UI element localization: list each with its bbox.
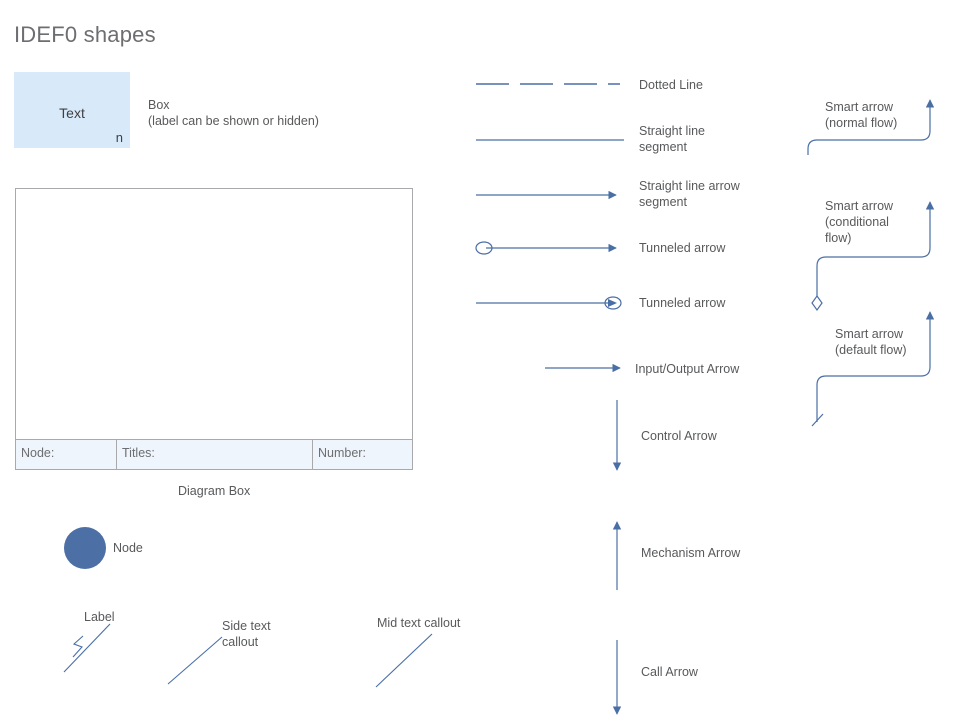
- connector-label-mechanism-arrow: Mechanism Arrow: [641, 546, 741, 560]
- idef0-box-shape[interactable]: Text n: [14, 72, 130, 148]
- connector-label-straight-line-segment: Straight line segment: [639, 124, 706, 154]
- node-label: Node: [113, 541, 143, 555]
- label-callout-text: Label: [84, 610, 115, 624]
- tunnel-circle-icon: [475, 241, 493, 255]
- connector-label-call-arrow: Call Arrow: [641, 665, 698, 679]
- diamond-tail-icon: [811, 294, 823, 312]
- diagram-box-node-cell[interactable]: Node:: [16, 440, 116, 469]
- smart-arrow-normal-label: Smart arrow (normal flow): [825, 100, 898, 130]
- mid-text-callout-line[interactable]: [375, 633, 433, 688]
- side-text-callout-line[interactable]: [167, 636, 223, 685]
- diagram-box-shape[interactable]: Node: Titles: Number:: [15, 188, 413, 470]
- diagram-box-titles-cell[interactable]: Titles:: [116, 440, 312, 469]
- side-text-callout-text: Side text callout: [222, 619, 271, 649]
- tunneled-arrow-start-shape[interactable]: [475, 241, 617, 255]
- default-flow-slash-icon: [811, 413, 824, 427]
- connector-label-dotted-line: Dotted Line: [639, 78, 703, 92]
- arrowhead-icon: [608, 299, 617, 307]
- mid-text-callout-text: Mid text callout: [377, 616, 461, 630]
- connector-label-straight-line-arrow-segment: Straight line arrow segment: [639, 179, 740, 209]
- node-shape[interactable]: [64, 527, 106, 569]
- tunnel-circle-icon: [604, 296, 622, 310]
- idef0-box-caption: Box (label can be shown or hidden): [148, 98, 319, 128]
- connector-label-control-arrow: Control Arrow: [641, 429, 717, 443]
- idef0-box-number: n: [115, 130, 123, 145]
- diagram-box-number-cell[interactable]: Number:: [312, 440, 412, 469]
- diagram-box-caption: Diagram Box: [178, 484, 251, 498]
- label-callout-line[interactable]: [63, 623, 111, 673]
- tunneled-arrow-end-shape[interactable]: [476, 296, 622, 310]
- connector-label-tunneled-arrow-end: Tunneled arrow: [639, 296, 726, 310]
- connector-label-input-output-arrow: Input/Output Arrow: [635, 362, 740, 376]
- diagram-box-footer: Node: Titles: Number:: [16, 439, 412, 469]
- idef0-box-text: Text: [59, 105, 85, 121]
- smart-arrow-default-label: Smart arrow (default flow): [835, 327, 907, 357]
- smart-arrow-conditional-label: Smart arrow (conditional flow): [825, 199, 894, 245]
- connector-label-tunneled-arrow-start: Tunneled arrow: [639, 241, 726, 255]
- page-title: IDEF0 shapes: [14, 22, 156, 47]
- diagram-box-body: [16, 189, 412, 440]
- shapes-canvas: IDEF0 shapes Text n Box (label can be sh…: [0, 0, 980, 725]
